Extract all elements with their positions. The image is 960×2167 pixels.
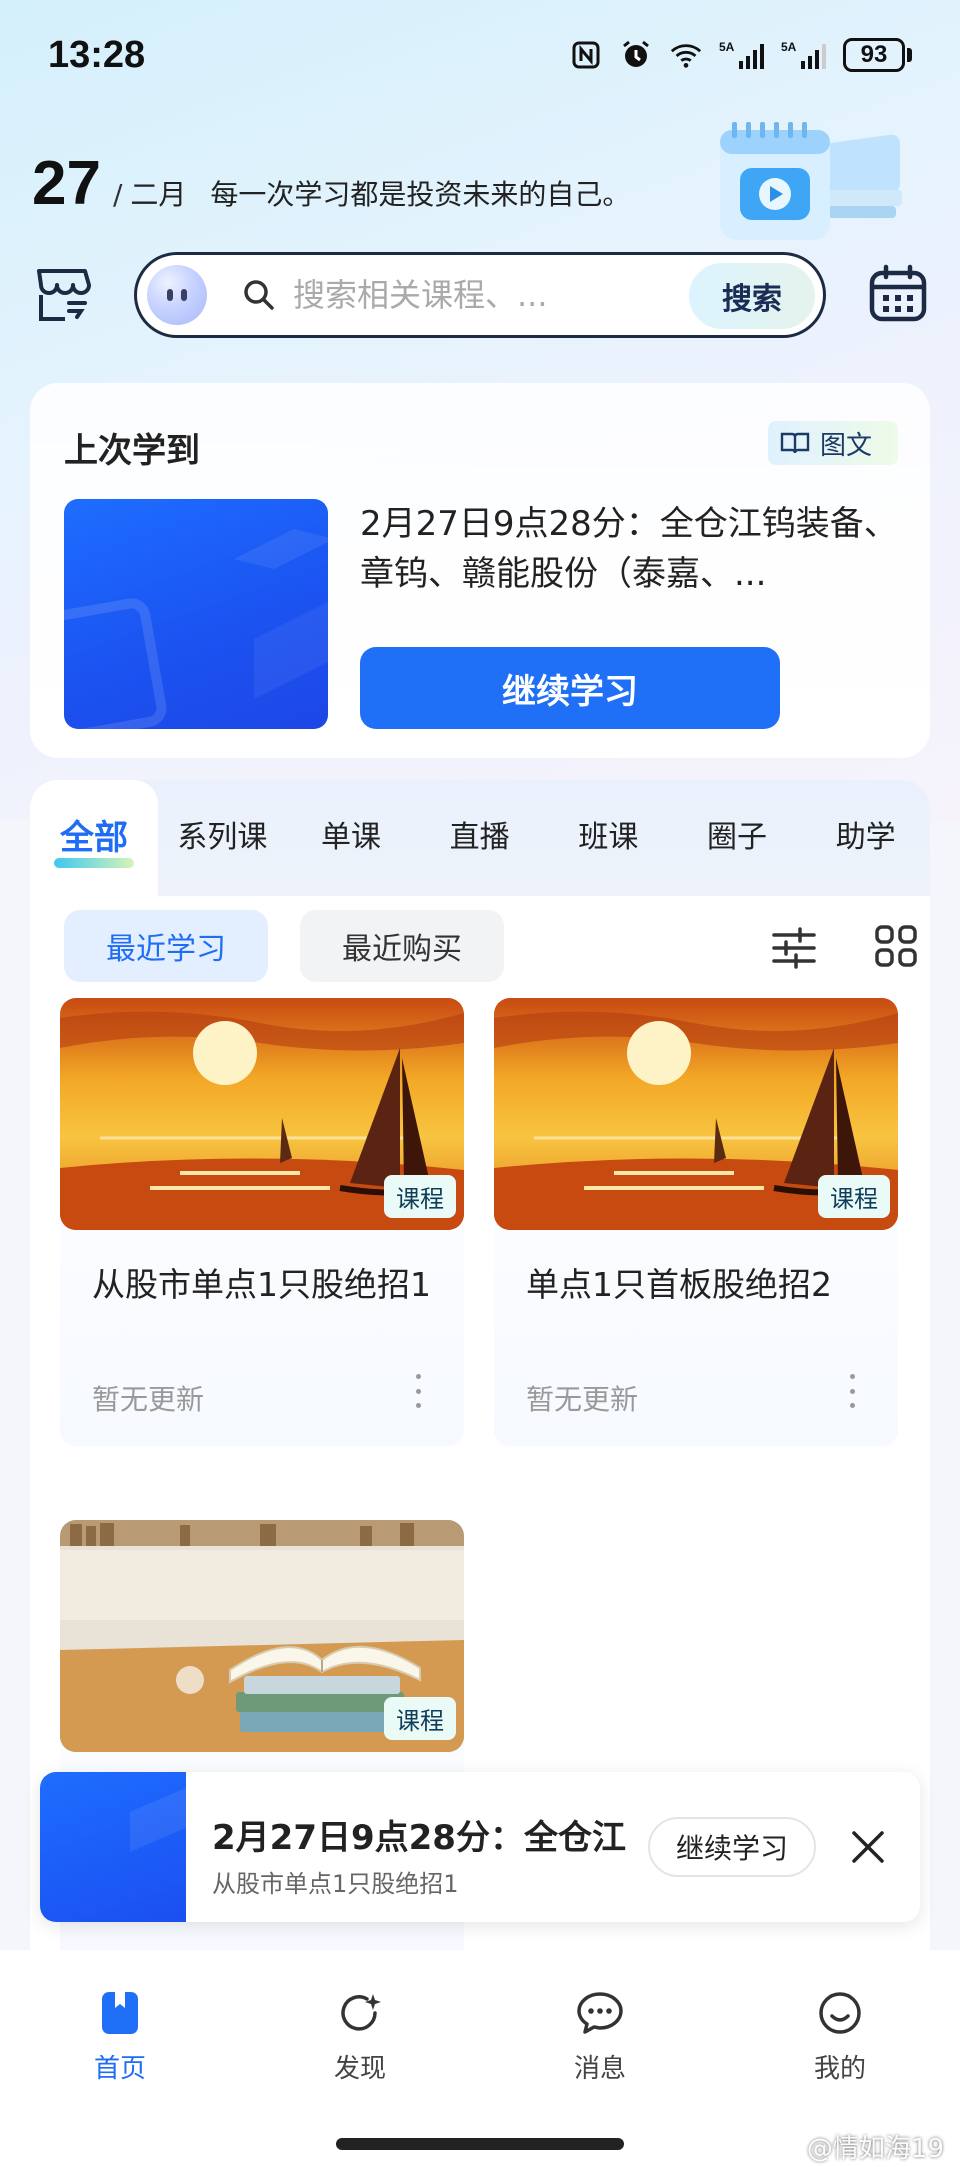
tab-circle[interactable]: 圈子 (673, 780, 802, 896)
course-card[interactable]: 课程 单点1只首板股绝招2 暂无更新 (494, 998, 898, 1446)
tab-assist[interactable]: 助学 (801, 780, 930, 896)
mini-player-thumbnail (40, 1772, 190, 1922)
signal-icon-2: 5A (781, 38, 827, 72)
continue-learning-button[interactable]: 继续学习 (360, 647, 780, 729)
tab-single[interactable]: 单课 (287, 780, 416, 896)
battery-level: 93 (843, 38, 905, 72)
category-tabs: 全部 系列课 单课 直播 班课 圈子 助学 (30, 780, 930, 896)
grid-view-icon[interactable] (874, 924, 918, 968)
signal-icon-1: 5A (719, 38, 765, 72)
mini-player-subtitle: 从股市单点1只股绝招1 (212, 1870, 459, 1898)
more-options-icon[interactable] (412, 1374, 424, 1408)
nav-discover[interactable]: 发现 (300, 1988, 420, 2085)
status-time: 13:28 (48, 33, 146, 76)
search-box[interactable]: 搜索 (134, 252, 826, 338)
date-month: 二月 (130, 178, 187, 211)
status-icons: 5A 5A 93 (569, 38, 912, 72)
profile-icon (819, 1992, 861, 2034)
svg-text:5A: 5A (781, 40, 797, 54)
home-indicator[interactable] (336, 2138, 624, 2150)
wifi-icon (669, 38, 703, 72)
close-icon[interactable] (848, 1827, 888, 1867)
nav-messages-label: 消息 (573, 2054, 626, 2084)
calendar-video-illustration (720, 122, 902, 240)
search-button[interactable]: 搜索 (689, 263, 815, 329)
ai-assistant-avatar[interactable] (147, 265, 207, 325)
nav-profile-label: 我的 (813, 2054, 866, 2084)
calendar-icon[interactable] (866, 263, 930, 327)
date-header: 27 / 二月 每一次学习都是投资未来的自己。 (32, 148, 630, 219)
filter-recent-purchase[interactable]: 最近购买 (300, 910, 504, 982)
discover-icon (341, 1994, 381, 2031)
last-study-description: 2月27日9点28分：全仓江钨装备、章钨、赣能股份（泰嘉、... (360, 504, 898, 594)
course-type-tag: 课程 (384, 1175, 456, 1218)
date-separator: / (112, 178, 123, 211)
course-type-tag: 课程 (384, 1697, 456, 1740)
filter-recent-study[interactable]: 最近学习 (64, 910, 268, 982)
search-row: 搜索 (30, 250, 930, 340)
alarm-icon (619, 38, 653, 72)
store-icon[interactable] (30, 263, 94, 327)
home-icon (102, 1992, 138, 2034)
more-options-icon[interactable] (846, 1374, 858, 1408)
book-icon (780, 432, 810, 454)
network-label-a: 5A (719, 40, 735, 54)
last-study-card: 上次学到 图文 2月27日9点28分：全仓江钨装备、章钨、赣能股份（泰嘉、...… (30, 383, 930, 758)
content-type-tag: 图文 (767, 421, 898, 465)
daily-motto: 每一次学习都是投资未来的自己。 (210, 178, 631, 211)
tab-all[interactable]: 全部 (30, 780, 158, 896)
course-title: 单点1只首板股绝招2 (526, 1265, 832, 1304)
nav-home-label: 首页 (93, 2054, 146, 2084)
nfc-icon (569, 38, 603, 72)
search-icon (244, 280, 274, 310)
filter-row: 最近学习 最近购买 (64, 910, 917, 984)
course-thumbnail: 课程 (494, 998, 898, 1230)
mini-player[interactable]: 2月27日9点28分：全仓江 从股市单点1只股绝招1 继续学习 (40, 1772, 920, 1922)
tab-series[interactable]: 系列课 (158, 780, 287, 896)
date-day: 27 (32, 149, 101, 218)
sliders-icon[interactable] (772, 926, 816, 970)
nav-discover-label: 发现 (333, 2054, 386, 2084)
nav-messages[interactable]: 消息 (540, 1988, 660, 2085)
status-bar: 13:28 5A 5A 93 (0, 0, 960, 110)
search-input[interactable] (293, 276, 633, 314)
course-card[interactable]: 课程 从股市单点1只股绝招1 暂无更新 (60, 998, 464, 1446)
tab-class[interactable]: 班课 (544, 780, 673, 896)
battery-indicator: 93 (843, 38, 912, 72)
course-thumbnail: 课程 (60, 998, 464, 1230)
mini-player-title: 2月27日9点28分：全仓江 (212, 1818, 626, 1858)
last-study-thumbnail[interactable] (64, 499, 328, 729)
nav-home[interactable]: 首页 (60, 1988, 180, 2085)
watermark: @情如海19 (806, 2134, 944, 2164)
course-type-tag: 课程 (818, 1175, 890, 1218)
mini-continue-button[interactable]: 继续学习 (648, 1817, 816, 1877)
course-title: 从股市单点1只股绝招1 (92, 1265, 431, 1304)
last-study-title: 上次学到 (64, 431, 200, 471)
tab-live[interactable]: 直播 (415, 780, 544, 896)
course-update-status: 暂无更新 (526, 1383, 639, 1416)
message-icon (577, 1992, 623, 2034)
course-thumbnail: 课程 (60, 1520, 464, 1752)
course-update-status: 暂无更新 (92, 1383, 205, 1416)
content-type-label: 图文 (819, 430, 872, 461)
nav-profile[interactable]: 我的 (780, 1988, 900, 2085)
